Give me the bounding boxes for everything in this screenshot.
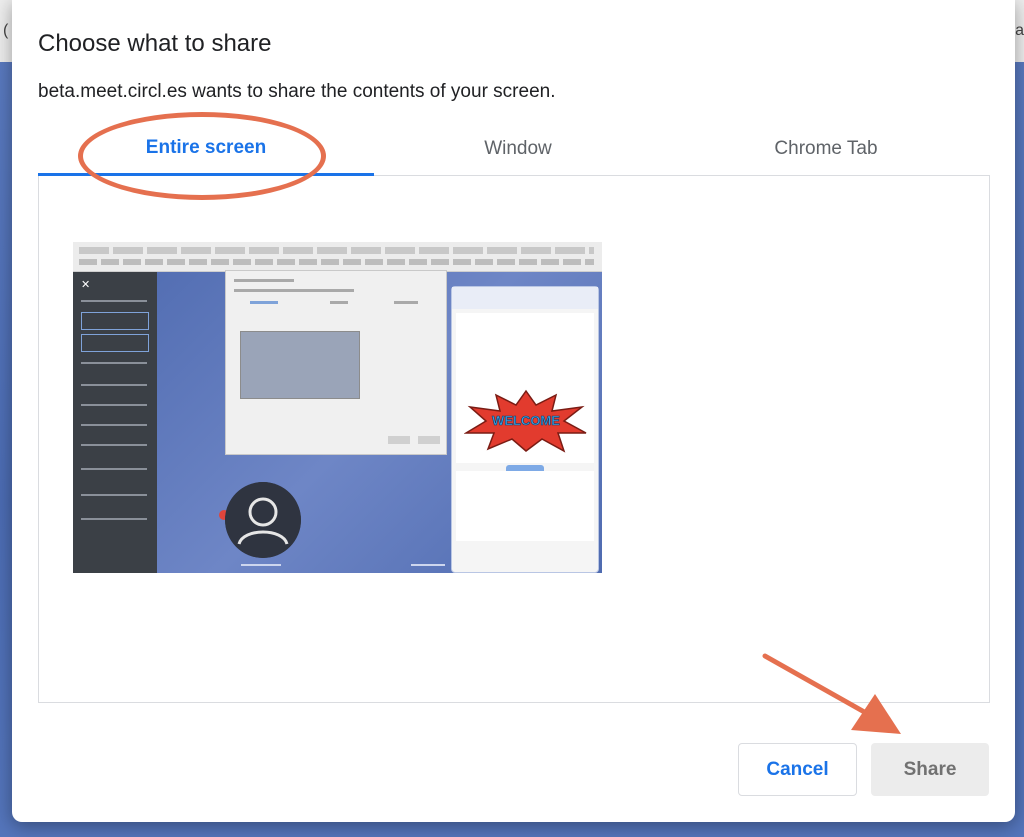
sidebar-line [81,404,147,406]
tab-window[interactable]: Window [374,122,662,176]
welcome-burst-text: WELCOME [492,413,560,428]
sidebar-line [81,300,147,302]
inner-share [418,436,440,444]
inner-title-line [234,279,294,282]
share-button[interactable]: Share [871,743,989,796]
inner-thumbnail [240,331,360,399]
dialog-subtitle: beta.meet.circl.es wants to share the co… [38,81,556,102]
sidebar-line [81,384,147,386]
backdrop-text-left: ( [3,22,9,39]
inner-tab-line [250,301,278,304]
thumbnail-inner-dialog [225,270,447,455]
screen-thumbnail[interactable]: ✕ WELCOME [73,242,602,573]
sidebar-line [81,424,147,426]
inner-tab-line [330,301,348,304]
sidebar-line [81,444,147,446]
welcome-burst-icon: WELCOME [464,389,587,453]
tab-entire-screen[interactable]: Entire screen [38,122,374,176]
bottom-caption [411,564,445,566]
chat-card: WELCOME [456,313,594,474]
thumbnail-browser-bar [73,242,602,272]
cancel-button[interactable]: Cancel [738,743,857,796]
chat-card-2 [456,471,594,541]
thumbnail-bookmarks [79,259,594,265]
chat-header [452,287,598,309]
source-list-panel: ✕ WELCOME [38,176,990,703]
sidebar-line [81,518,147,520]
sidebar-line [81,494,147,496]
dialog-title: Choose what to share [38,30,272,57]
sidebar-box [81,312,149,330]
thumbnail-close-icon: ✕ [81,279,91,291]
tab-bar: Entire screen Window Chrome Tab [38,122,990,176]
avatar-icon [225,482,301,558]
tab-chrome-tab[interactable]: Chrome Tab [662,122,990,176]
inner-tab-line [394,301,418,304]
thumbnail-sidebar: ✕ [73,272,157,573]
dialog-footer: Cancel Share [738,743,989,796]
sidebar-box [81,334,149,352]
thumbnail-tabs [79,247,594,254]
sidebar-line [81,468,147,470]
inner-cancel [388,436,410,444]
sidebar-line [81,362,147,364]
thumbnail-chat-panel: WELCOME [451,286,599,573]
avatar-caption [241,564,281,566]
inner-text-line [234,289,354,292]
share-dialog: Choose what to share beta.meet.circl.es … [12,0,1015,822]
